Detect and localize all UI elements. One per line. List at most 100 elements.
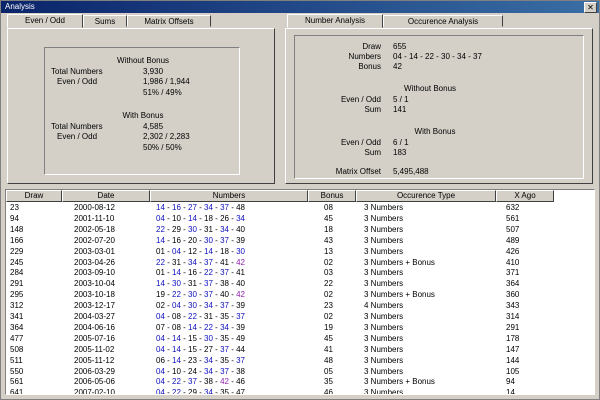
drawn-number: 34 [236,213,245,223]
number-separator: - [228,268,237,278]
cell-type: 3 Numbers [364,203,404,212]
table-row[interactable]: 94 2001-11-10 04 - 10 - 14 - 18 - 26 - 34 4… [6,213,594,224]
drawn-number: 15 [188,344,197,354]
drawn-number: 14 [172,344,181,354]
cell-numbers: 14 - 16 - 20 - 30 - 37 - 39 [156,235,245,246]
drawn-number: 08 [172,312,181,321]
table-row[interactable]: 341 2004-03-27 04 - 08 - 22 - 31 - 35 - 37… [6,311,594,322]
drawn-number: 30 [236,246,245,256]
drawn-number: 04 [156,377,165,387]
number-separator: - [212,377,221,387]
drawn-number: 14 [156,203,165,212]
tab-label: Sums [94,17,116,26]
without-total-value: 3,930 [143,67,164,76]
cell-draw: 511 [10,355,23,365]
tab-even-odd[interactable]: Even / Odd [7,14,83,28]
table-row[interactable]: 148 2002-05-18 22 - 29 - 30 - 31 - 34 - 40… [6,224,594,235]
number-separator: - [196,279,205,289]
drawn-number: 34 [220,224,229,234]
number-separator: - [164,203,173,212]
table-row[interactable]: 561 2006-05-06 04 - 22 - 37 - 38 - 42 - 46… [6,376,594,387]
column-header-date[interactable]: Date [62,190,150,202]
number-separator: - [164,213,173,223]
cell-numbers: 02 - 04 - 30 - 34 - 37 - 39 [156,300,245,311]
number-separator: - [212,279,221,289]
tab-occurence-analysis[interactable]: Occurence Analysis [383,15,503,27]
drawn-number: 22 [156,224,165,234]
cell-draw: 245 [10,257,24,267]
tab-number-analysis[interactable]: Number Analysis [287,14,383,28]
drawn-number: 08 [172,322,181,332]
number-separator: - [180,355,189,365]
drawn-number: 14 [188,322,197,332]
cell-date: 2004-03-27 [74,312,115,321]
table-row[interactable]: 511 2005-11-12 06 - 14 - 23 - 34 - 35 - 37… [6,355,594,366]
drawn-number: 42 [236,257,245,267]
close-button[interactable]: ✕ [584,2,597,13]
cell-ago: 507 [506,224,520,234]
cell-bonus: 02 [324,257,333,267]
number-separator: - [228,344,237,354]
table-row[interactable]: 508 2005-11-02 04 - 14 - 15 - 27 - 37 - 44… [6,344,594,355]
drawn-number: 10 [172,213,181,223]
drawn-number: 27 [204,344,213,354]
number-separator: - [196,268,205,278]
title-bar[interactable]: Analysis ✕ [1,1,599,13]
table-row[interactable]: 229 2003-03-01 01 - 04 - 12 - 14 - 18 - 30… [6,246,594,257]
table-row[interactable]: 284 2003-09-10 01 - 14 - 16 - 22 - 37 - 41… [6,267,594,278]
cell-type: 3 Numbers [364,344,404,354]
table-row[interactable]: 550 2006-03-29 04 - 10 - 24 - 34 - 37 - 38… [6,366,594,377]
tab-matrix-offsets[interactable]: Matrix Offsets [127,15,211,27]
column-header-occurence-type[interactable]: Occurence Type [356,190,496,202]
number-separator: - [196,257,205,267]
tab-sums[interactable]: Sums [83,15,127,27]
without-bonus-heading: Without Bonus [116,56,170,65]
table-row[interactable]: 477 2005-07-16 04 - 14 - 15 - 30 - 35 - 49… [6,333,594,344]
table-row[interactable]: 166 2002-07-20 14 - 16 - 20 - 30 - 37 - 39… [6,235,594,246]
column-header-numbers[interactable]: Numbers [150,190,308,202]
drawn-number: 37 [204,290,213,300]
cell-date: 2003-12-17 [74,301,115,311]
table-row[interactable]: 245 2003-04-26 22 - 31 - 34 - 37 - 41 - 42… [6,257,594,268]
cell-date: 2003-04-26 [74,257,115,267]
number-separator: - [212,268,221,278]
occurence-list[interactable]: Draw Date Numbers Bonus Occurence Type X… [5,189,595,395]
number-separator: - [212,203,221,212]
cell-numbers: 19 - 22 - 30 - 37 - 40 - 42 [156,289,245,300]
column-header-bonus[interactable]: Bonus [308,190,356,202]
drawn-number: 04 [172,301,181,311]
cell-ago: 489 [506,235,520,245]
number-separator: - [228,203,237,212]
cell-bonus: 41 [324,344,333,354]
number-separator: - [196,355,205,365]
drawn-number: 27 [188,203,197,212]
drawn-number: 42 [236,290,245,300]
number-separator: - [164,322,173,332]
drawn-number: 30 [188,224,197,234]
cell-bonus: 05 [324,366,333,376]
cell-type: 3 Numbers + Bonus [364,290,435,300]
with-total-value: 4,585 [143,122,164,131]
cell-draw: 641 [10,388,24,395]
cell-date: 2003-09-10 [74,268,115,278]
drawn-number: 22 [156,257,165,267]
na-with-sum-value: 183 [393,148,407,157]
table-row[interactable]: 641 2007-02-10 04 - 22 - 29 - 34 - 35 - 47… [6,387,594,395]
drawn-number: 37 [204,257,213,267]
number-separator: - [196,312,205,321]
drawn-number: 31 [172,257,181,267]
table-row[interactable]: 291 2003-10-04 14 - 30 - 31 - 37 - 38 - 40… [6,278,594,289]
table-row[interactable]: 312 2003-12-17 02 - 04 - 30 - 34 - 37 - 39… [6,300,594,311]
number-separator: - [196,377,205,387]
number-separator: - [180,246,189,256]
column-header-draw[interactable]: Draw [6,190,62,202]
cell-ago: 144 [506,355,520,365]
cell-numbers: 22 - 29 - 30 - 31 - 34 - 40 [156,224,245,235]
cell-type: 3 Numbers [364,388,404,395]
table-row[interactable]: 295 2003-10-18 19 - 22 - 30 - 37 - 40 - 42… [6,289,594,300]
drawn-number: 23 [188,355,197,365]
column-header-x-ago[interactable]: X Ago [496,190,554,202]
table-row[interactable]: 364 2004-06-16 07 - 08 - 14 - 22 - 34 - 39… [6,322,594,333]
table-row[interactable]: 23 2000-08-12 14 - 16 - 27 - 34 - 37 - 48 0… [6,202,594,213]
drawn-number: 47 [236,388,245,395]
